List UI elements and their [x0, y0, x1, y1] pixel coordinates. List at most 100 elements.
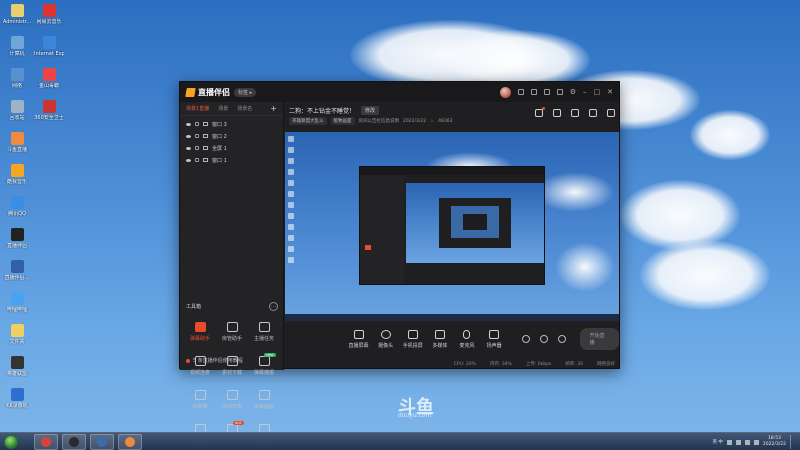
desktop-icon[interactable]: Internet Explorer — [34, 36, 64, 57]
taskbar-app[interactable] — [90, 434, 114, 450]
tool-item[interactable]: 弹幕画面 — [248, 388, 280, 420]
source-item[interactable]: 窗口 2 — [180, 130, 283, 142]
tool-item[interactable]: 投稿器 — [184, 388, 216, 420]
version-pill[interactable]: 标签 ▸ — [234, 87, 257, 97]
lock-icon[interactable] — [553, 109, 561, 117]
desktop-icon[interactable]: 回收站 — [2, 100, 32, 121]
desktop-icon[interactable]: KK录像机 — [2, 388, 32, 409]
category-chip[interactable]: 英雄联盟大乱斗 — [289, 117, 327, 125]
record-icon[interactable] — [521, 335, 530, 343]
tool-item[interactable]: NEW 弹幕播报 — [248, 353, 280, 386]
nested-preview — [406, 183, 544, 263]
taskbar-app[interactable] — [118, 434, 142, 450]
clock-date: 2022/3/22 — [762, 442, 786, 447]
tool-badge: HOT — [233, 421, 244, 425]
desktop-icon[interactable]: 文件夹 — [2, 324, 32, 345]
preview-icon — [288, 180, 294, 186]
lock-icon[interactable] — [195, 146, 199, 150]
desktop-icon[interactable]: 金山毒霸 — [34, 68, 64, 89]
lock-icon[interactable] — [195, 122, 199, 126]
nested-window-4 — [463, 214, 487, 230]
clock[interactable]: 18:53 2022/3/22 — [763, 436, 786, 448]
microphone-button[interactable]: 麦克风 — [453, 329, 480, 349]
tab-scene-2[interactable]: 场景 — [218, 105, 228, 112]
flag-icon[interactable] — [753, 439, 759, 445]
gift-icon[interactable] — [535, 107, 545, 117]
speaker-button[interactable]: 扬声器 — [481, 329, 508, 349]
close-icon[interactable]: ✕ — [607, 88, 613, 96]
eye-icon[interactable] — [186, 134, 191, 138]
media-label: 多媒体 — [432, 342, 448, 349]
source-bar: 直播屏幕 摄像头 手机投屏 多媒体 麦克风 扬声器 开始直播 — [285, 322, 620, 356]
source-item[interactable]: 全屏 1 — [180, 142, 283, 154]
app-logo[interactable]: 直播伴侣 — [185, 87, 230, 98]
desktop-icon[interactable]: 英雄联盟 — [2, 356, 32, 377]
edit-title-button[interactable]: 修改 — [361, 106, 380, 115]
tool-item[interactable]: 房管助手 — [216, 320, 248, 352]
tool-label: 视频连麦 — [189, 370, 210, 376]
tool-item[interactable]: 主播任务 — [248, 320, 280, 352]
desktop-icon[interactable]: 360安全卫士 — [34, 100, 64, 121]
add-scene-button[interactable]: + — [270, 104, 277, 113]
taskbar-app[interactable] — [34, 434, 58, 450]
gear-icon[interactable] — [557, 335, 566, 343]
maximize-icon[interactable]: □ — [594, 88, 601, 96]
eye-icon[interactable] — [186, 122, 191, 126]
tool-item[interactable]: 弹幕助手 — [184, 320, 216, 352]
chat-icon[interactable] — [517, 89, 524, 95]
start-live-button[interactable]: 开始直播 — [579, 328, 620, 350]
screen-capture-label: 直播屏幕 — [348, 342, 369, 349]
screen-capture-button[interactable]: 直播屏幕 — [345, 329, 372, 349]
tool-label: 虚拟形象 — [221, 404, 242, 410]
phone-cast-button[interactable]: 手机投屏 — [399, 329, 426, 349]
stream-preview[interactable] — [285, 132, 619, 321]
minimize-icon[interactable]: – — [583, 88, 587, 96]
tutorial-link[interactable]: 5 条直播伴侣使用教程 — [186, 357, 243, 364]
alert-dot-icon — [186, 358, 190, 363]
media-button[interactable]: 多媒体 — [426, 329, 453, 349]
desktop-icon[interactable]: 哔哩哔哩 — [2, 292, 32, 313]
desktop-icon-label: 直播伴侣 — [6, 243, 27, 249]
settings-icon[interactable]: ⚙ — [570, 88, 576, 96]
volume-icon[interactable] — [735, 439, 741, 445]
source-item[interactable]: 窗口 3 — [180, 118, 283, 130]
tab-scene-3[interactable]: 场景名 — [237, 105, 252, 112]
tool-item[interactable]: 虚拟形象 — [216, 388, 248, 420]
network-icon[interactable] — [726, 439, 732, 445]
desktop-icon[interactable]: 腾讯QQ — [2, 196, 32, 217]
battery-icon[interactable] — [744, 439, 750, 445]
desktop-icon[interactable]: 网络 — [2, 68, 32, 89]
desktop-icon[interactable]: 网易云音乐 — [34, 4, 64, 25]
desktop-icon[interactable]: 直播伴侣... — [2, 260, 32, 281]
shirt-icon[interactable] — [543, 89, 550, 95]
ime-indicator[interactable]: 英 中 — [712, 439, 722, 445]
desktop-icon[interactable]: 直播伴侣 — [2, 228, 32, 249]
desktop-icon[interactable]: Administr... — [2, 4, 32, 25]
camera-button[interactable]: 摄像头 — [372, 329, 399, 349]
avatar[interactable] — [499, 86, 511, 98]
toolbox-more-button[interactable]: … — [269, 302, 278, 311]
source-item[interactable]: 窗口 1 — [180, 154, 283, 166]
taskbar-app[interactable] — [62, 434, 86, 450]
bell-icon[interactable] — [589, 109, 597, 117]
quality-chip[interactable]: 极致画面 — [330, 117, 355, 125]
desktop-icon[interactable]: 计算机 — [2, 36, 32, 57]
desktop-icon[interactable]: 酷我音乐 — [2, 164, 32, 185]
message-icon[interactable] — [530, 89, 537, 95]
share-icon[interactable] — [607, 109, 615, 117]
eye-icon[interactable] — [186, 158, 191, 162]
microphone-label: 麦克风 — [459, 342, 475, 349]
lock-icon[interactable] — [195, 134, 199, 138]
fps-status: 帧率: 30 — [565, 362, 583, 367]
eye-icon[interactable] — [539, 335, 548, 343]
audio-icon[interactable] — [571, 109, 579, 117]
desktop-icon[interactable]: 斗鱼直播 — [2, 132, 32, 153]
start-button[interactable] — [4, 435, 18, 449]
lock-icon[interactable] — [195, 158, 199, 162]
show-desktop-button[interactable] — [790, 435, 796, 449]
app-icon — [42, 100, 56, 113]
eye-icon[interactable] — [186, 146, 191, 150]
preview-icon — [288, 202, 294, 208]
tab-scene-1[interactable]: 场景1直播 — [186, 105, 209, 112]
tool-icon[interactable] — [556, 89, 563, 95]
